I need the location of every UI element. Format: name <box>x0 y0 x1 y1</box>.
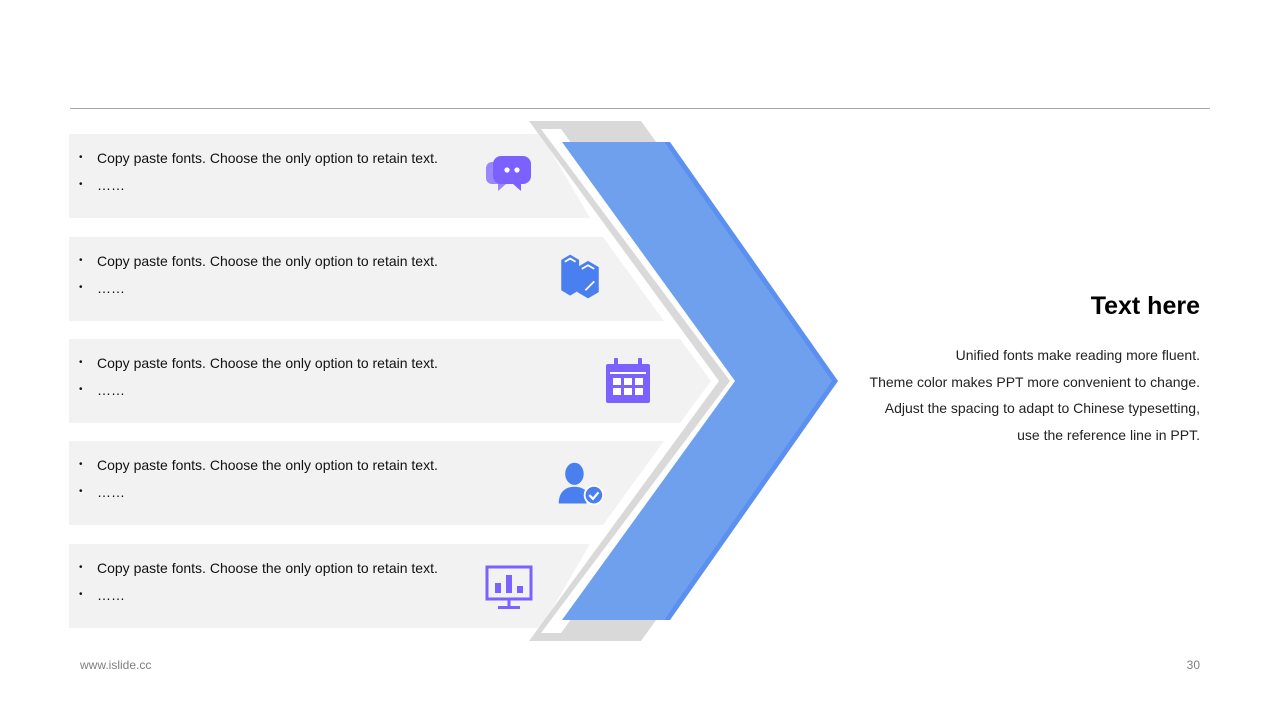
row-5-bullet-2: • …… <box>79 586 125 604</box>
right-body-line-4: use the reference line in PPT. <box>1017 426 1200 443</box>
row-5-bullet-1: • Copy paste fonts. Choose the only optio… <box>79 559 438 577</box>
row-1: • Copy paste fonts. Choose the only optio… <box>69 134 629 218</box>
bullet-dot: • <box>79 384 83 395</box>
bullet-dot: • <box>79 179 83 190</box>
right-body-line-1: Unified fonts make reading more fluent. <box>955 347 1200 363</box>
row-1-bullet-2: • …… <box>79 176 125 194</box>
row-4-bullet-2: • …… <box>79 483 125 501</box>
calendar-icon <box>606 358 650 403</box>
row-2-bullet-1: • Copy paste fonts. Choose the only optio… <box>79 252 438 270</box>
row-3-text: • Copy paste fonts. Choose the only optio… <box>69 339 469 423</box>
page-number: 30 <box>1186 658 1200 672</box>
row-2-line-1: Copy paste fonts. Choose the only option… <box>97 253 438 269</box>
row-3-line-2: …… <box>97 382 125 398</box>
presentation-chart-icon <box>485 565 533 609</box>
row-5-line-2: …… <box>97 587 125 603</box>
books-icon <box>561 254 599 299</box>
row-3-line-1: Copy paste fonts. Choose the only option… <box>97 355 438 371</box>
right-text-panel: Text here Unified fonts make reading mor… <box>780 290 1200 448</box>
bullet-dot: • <box>79 459 83 470</box>
bullet-dot: • <box>79 357 83 368</box>
row-1-bullet-1: • Copy paste fonts. Choose the only optio… <box>79 149 438 167</box>
row-3: • Copy paste fonts. Choose the only optio… <box>69 339 650 423</box>
bullet-dot: • <box>79 562 83 573</box>
row-5-line-1: Copy paste fonts. Choose the only option… <box>97 560 438 576</box>
bullet-dot: • <box>79 282 83 293</box>
row-1-line-1: Copy paste fonts. Choose the only option… <box>97 150 438 166</box>
row-4-line-1: Copy paste fonts. Choose the only option… <box>97 457 438 473</box>
row-1-line-2: …… <box>97 177 125 193</box>
chat-bubbles-icon <box>486 156 531 191</box>
bullet-dot: • <box>79 152 83 163</box>
row-2: • Copy paste fonts. Choose the only optio… <box>69 237 629 321</box>
row-2-text: • Copy paste fonts. Choose the only optio… <box>69 237 469 321</box>
bullet-dot: • <box>79 486 83 497</box>
bullet-dot: • <box>79 255 83 266</box>
right-body-line-2: Theme color makes PPT more convenient to… <box>869 373 1200 390</box>
right-body-line-3: Adjust the spacing to adapt to Chinese t… <box>884 400 1200 416</box>
row-4-bullet-1: • Copy paste fonts. Choose the only optio… <box>79 456 438 474</box>
row-3-bullet-1: • Copy paste fonts. Choose the only optio… <box>79 354 438 372</box>
right-title: Text here <box>1090 292 1200 320</box>
row-5: • Copy paste fonts. Choose the only optio… <box>69 544 629 628</box>
row-3-bullet-2: • …… <box>79 381 125 399</box>
footer-website[interactable]: www.islide.cc <box>80 658 151 672</box>
user-check-icon <box>558 462 605 506</box>
row-2-line-2: …… <box>97 280 125 296</box>
row-2-bullet-2: • …… <box>79 279 125 297</box>
row-4: • Copy paste fonts. Choose the only optio… <box>69 441 629 525</box>
bullet-dot: • <box>79 589 83 600</box>
row-4-line-2: …… <box>97 484 125 500</box>
slide: • Copy paste fonts. Choose the only optio… <box>0 0 1280 720</box>
row-1-text: • Copy paste fonts. Choose the only optio… <box>69 134 469 218</box>
row-5-text: • Copy paste fonts. Choose the only optio… <box>69 544 469 628</box>
row-4-text: • Copy paste fonts. Choose the only optio… <box>69 441 469 525</box>
